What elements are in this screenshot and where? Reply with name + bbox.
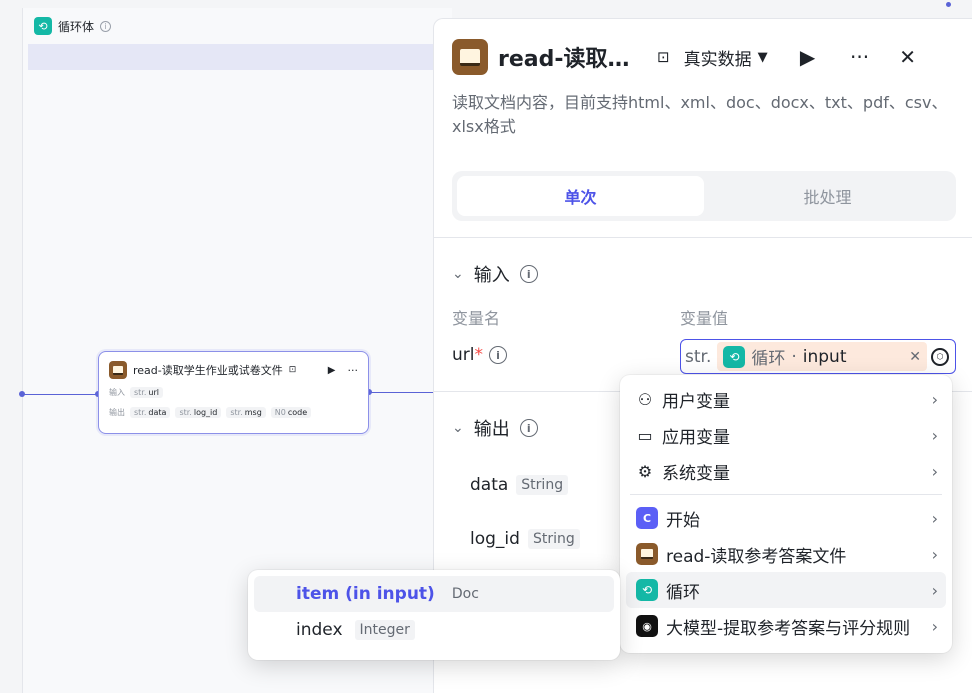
read-node-card[interactable]: read-读取学生作业或试卷文件 ⊡ ▶ ··· 输入 str. url 输出 s…	[98, 351, 369, 434]
gear-icon: ⚙	[637, 461, 653, 481]
folder-icon: ▭	[637, 425, 653, 445]
node-inputs-row: 输入 str. url	[109, 384, 358, 400]
variable-type-tag: Integer	[354, 620, 415, 640]
info-icon[interactable]: i	[519, 265, 538, 283]
output-row: log_id String	[470, 529, 580, 549]
panel-title[interactable]: read-读取…	[498, 41, 633, 73]
data-mode-select[interactable]: ⊡ 真实数据 ▼	[657, 45, 768, 70]
menu-item-start[interactable]: C 开始 ›	[626, 500, 946, 536]
node-outputs-row: 输出 str. data str. log_id str. msg N0 code	[109, 404, 358, 420]
chevron-right-icon: ›	[931, 616, 938, 636]
output-type-tag: String	[516, 475, 569, 495]
chevron-right-icon: ›	[931, 508, 938, 528]
edge-line	[370, 392, 433, 393]
output-section-header[interactable]: ⌄ 输出 i	[452, 415, 538, 441]
start-icon: C	[636, 507, 658, 529]
more-button[interactable]: ···	[846, 45, 874, 69]
menu-item-loop[interactable]: ⟲ 循环 ›	[626, 572, 946, 608]
data-mode-label: 真实数据	[683, 49, 752, 70]
menu-item-user-variables[interactable]: ⚇ 用户变量 ›	[626, 381, 946, 417]
column-value-label: 变量值	[680, 309, 729, 328]
url-value-reference-field[interactable]: str. ⟲ 循环 · input ✕ ⬡	[680, 339, 956, 374]
loop-icon: ⟲	[636, 579, 658, 601]
menu-item-llm-extract[interactable]: ◉ 大模型-提取参考答案与评分规则 ›	[626, 608, 946, 644]
reference-field: input	[802, 346, 847, 367]
output-tag: str. log_id	[175, 406, 222, 418]
menu-item-system-variables[interactable]: ⚙ 系统变量 ›	[626, 453, 946, 489]
variable-picker-icon[interactable]: ⬡	[931, 347, 949, 366]
output-tag: N0 code	[270, 406, 312, 418]
output-name: log_id	[470, 529, 520, 549]
output-type-tag: String	[527, 529, 580, 549]
type-prefix: str.	[685, 346, 712, 367]
panel-description: 读取文档内容，目前支持html、xml、doc、docx、txt、pdf、csv…	[452, 93, 948, 136]
info-icon[interactable]: i	[489, 346, 507, 364]
run-button[interactable]: ▶	[794, 45, 822, 69]
edge-line	[22, 394, 96, 395]
tab-single[interactable]: 单次	[457, 176, 704, 216]
edge-handle	[946, 2, 951, 7]
output-tag: str. msg	[226, 406, 266, 418]
menu-divider	[630, 494, 942, 495]
run-node-button[interactable]: ▶	[328, 365, 336, 376]
chevron-down-icon: ⌄	[452, 266, 464, 282]
output-section-title: 输出	[473, 419, 510, 440]
output-tag: str. data	[130, 406, 171, 418]
close-icon[interactable]: ✕	[894, 45, 922, 69]
output-name: data	[470, 475, 509, 495]
sample-icon: ⊡	[288, 365, 297, 375]
outputs-label: 输出	[109, 407, 125, 417]
submenu-item-index[interactable]: index Integer	[254, 612, 614, 648]
user-icon: ⚇	[637, 389, 653, 409]
book-icon	[636, 543, 658, 565]
input-tag: str. url	[130, 386, 163, 398]
loop-body-header: ⟲ 循环体 i	[22, 8, 452, 44]
caret-down-icon: ▼	[757, 49, 768, 65]
book-icon	[109, 361, 127, 379]
loop-variables-submenu: item (in input) Doc index Integer	[248, 570, 620, 660]
variable-type-tag: Doc	[446, 584, 484, 604]
input-section-header[interactable]: ⌄ 输入 i	[452, 261, 538, 287]
menu-item-app-variables[interactable]: ▭ 应用变量 ›	[626, 417, 946, 453]
input-section-title: 输入	[473, 265, 510, 286]
tab-batch[interactable]: 批处理	[704, 176, 951, 216]
sample-icon: ⊡	[657, 48, 670, 66]
output-row: data String	[470, 475, 569, 495]
inputs-label: 输入	[109, 387, 125, 397]
chevron-down-icon: ⌄	[452, 420, 464, 436]
more-button[interactable]: ···	[348, 364, 359, 377]
chevron-right-icon: ›	[931, 461, 938, 481]
info-icon[interactable]: i	[519, 419, 538, 437]
reference-chip[interactable]: ⟲ 循环 · input ✕	[717, 342, 927, 371]
variable-source-menu: ⚇ 用户变量 › ▭ 应用变量 › ⚙ 系统变量 › C 开始 › read-读…	[620, 375, 952, 653]
loop-icon: ⟲	[34, 17, 52, 35]
reference-separator: ·	[791, 346, 797, 367]
column-name-label: 变量名	[452, 309, 501, 328]
panel-header: read-读取… ⊡ 真实数据 ▼ ▶ ··· ✕	[452, 39, 956, 75]
loop-body-title: 循环体	[58, 19, 95, 34]
menu-item-read-answer-file[interactable]: read-读取参考答案文件 ›	[626, 536, 946, 572]
reference-source: 循环	[751, 349, 786, 369]
clear-reference-icon[interactable]: ✕	[909, 349, 921, 365]
chevron-right-icon: ›	[931, 425, 938, 445]
loop-icon: ⟲	[723, 345, 746, 368]
loop-body-band	[28, 44, 448, 70]
book-icon	[452, 39, 488, 75]
chevron-right-icon: ›	[931, 580, 938, 600]
run-mode-tabs: 单次 批处理	[452, 171, 956, 221]
divider	[434, 237, 972, 238]
chevron-right-icon: ›	[931, 389, 938, 409]
llm-icon: ◉	[636, 615, 658, 637]
info-icon[interactable]: i	[100, 20, 112, 32]
node-title: read-读取学生作业或试卷文件	[133, 364, 283, 377]
param-url-label: url* i	[452, 345, 507, 365]
chevron-right-icon: ›	[931, 544, 938, 564]
submenu-item-item-in-input[interactable]: item (in input) Doc	[254, 576, 614, 612]
